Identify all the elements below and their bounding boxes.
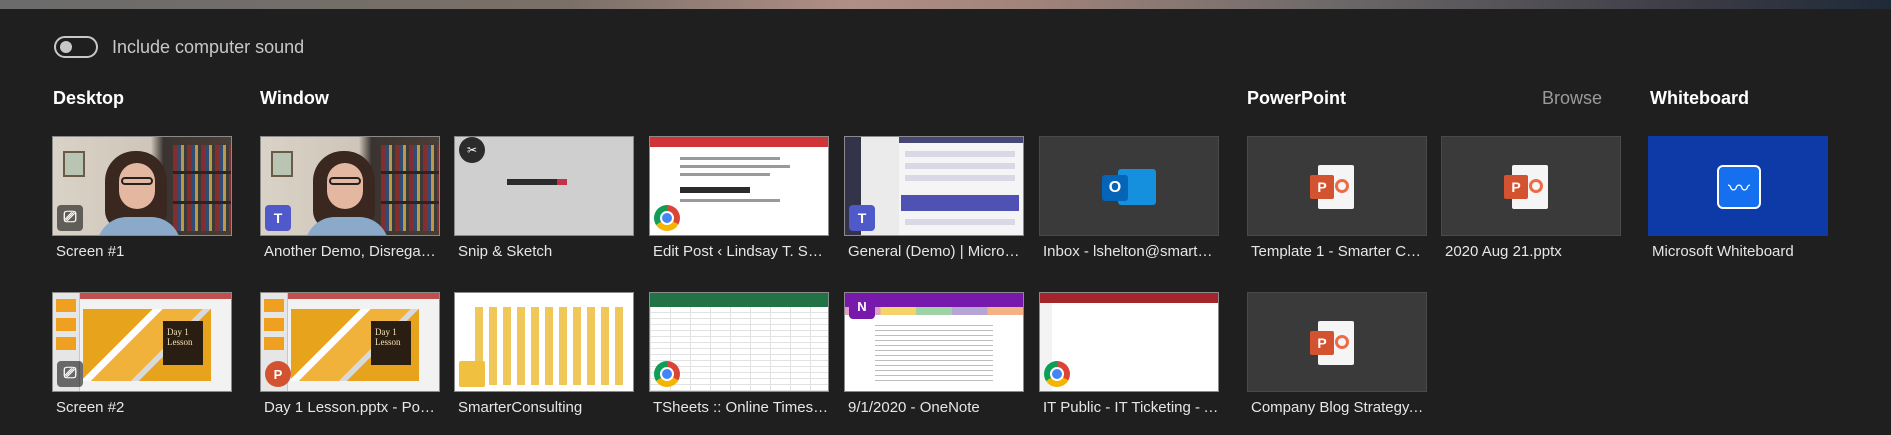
share-tile-window-teams-demo[interactable]: T Another Demo, Disregard Entirely | Mic… (260, 136, 440, 260)
outlook-icon: O (1102, 163, 1156, 211)
tile-caption: TSheets :: Online Timesheets (653, 399, 829, 416)
teams-icon: T (849, 205, 875, 231)
snip-sketch-icon: ✂ (459, 137, 485, 163)
share-tile-window-onenote[interactable]: N 9/1/2020 - OneNote (844, 292, 1024, 416)
section-powerpoint-title: PowerPoint (1247, 88, 1347, 108)
share-tile-whiteboard[interactable]: 〰 Microsoft Whiteboard (1648, 136, 1828, 260)
tile-caption: Inbox - lshelton@smarterconsulting.com -… (1043, 243, 1219, 260)
share-tile-ppt-2020-aug-21[interactable]: P 2020 Aug 21.pptx (1441, 136, 1621, 260)
share-tile-screen-2[interactable]: Day 1 Lesson ⎚ Screen #2 (52, 292, 232, 416)
share-tile-window-day1-lesson[interactable]: Day 1 Lesson P Day 1 Lesson.pptx - Power… (260, 292, 440, 416)
include-sound-label: Include computer sound (112, 36, 305, 57)
screen-1-thumbnail: ⎚ (52, 136, 232, 236)
whiteboard-icon: 〰 (1717, 165, 1761, 209)
window-thumbnail: Day 1 Lesson P (260, 292, 440, 392)
share-tile-window-outlook-inbox[interactable]: O Inbox - lshelton@smarterconsulting.com… (1039, 136, 1219, 260)
powerpoint-file-icon: P (1504, 165, 1548, 209)
share-tile-window-snip-sketch[interactable]: ✂ Snip & Sketch (454, 136, 634, 260)
section-window-title: Window (260, 88, 329, 108)
screen-share-icon: ⎚ (57, 205, 83, 231)
powerpoint-thumbnail: P (1247, 136, 1427, 236)
share-tile-window-it-ticketing[interactable]: IT Public - IT Ticketing - All Items (1039, 292, 1219, 416)
tile-caption: Template 1 - Smarter Consulting.pptx (1251, 243, 1427, 260)
include-sound-toggle[interactable] (54, 36, 98, 58)
chrome-icon (654, 205, 680, 231)
powerpoint-thumbnail: P (1441, 136, 1621, 236)
tile-caption: 9/1/2020 - OneNote (848, 399, 980, 416)
tile-caption: Snip & Sketch (458, 243, 553, 260)
window-thumbnail: N (844, 292, 1024, 392)
tile-caption: Screen #1 (56, 243, 125, 260)
tile-caption: Company Blog Strategy.pptx (1251, 399, 1427, 416)
tile-caption: Another Demo, Disregard Entirely | Micro… (264, 243, 440, 260)
section-whiteboard-title: Whiteboard (1650, 88, 1749, 108)
tile-caption: Edit Post ‹ Lindsay T. Shelton — WordPre… (653, 243, 829, 260)
tile-caption: SmarterConsulting (458, 399, 583, 416)
tile-caption: IT Public - IT Ticketing - All Items (1043, 399, 1219, 416)
tile-caption: General (Demo) | Microsoft Teams (848, 243, 1024, 260)
window-thumbnail: ✂ (454, 136, 634, 236)
window-thumbnail (649, 292, 829, 392)
toggle-knob (60, 41, 72, 53)
folder-icon (459, 361, 485, 387)
window-thumbnail: T (844, 136, 1024, 236)
share-tile-window-teams-general[interactable]: T General (Demo) | Microsoft Teams (844, 136, 1024, 260)
include-sound-row: Include computer sound (54, 36, 304, 58)
window-thumbnail (454, 292, 634, 392)
share-tile-window-tsheets[interactable]: TSheets :: Online Timesheets (649, 292, 829, 416)
share-tile-screen-1[interactable]: ⎚ Screen #1 (52, 136, 232, 260)
window-thumbnail: O (1039, 136, 1219, 236)
teams-icon: T (265, 205, 291, 231)
browse-button[interactable]: Browse (1542, 88, 1602, 109)
slide-title-text: Day 1 Lesson (163, 321, 203, 365)
tile-caption: Screen #2 (56, 399, 125, 416)
camera-preview-strip (0, 0, 1891, 9)
tile-caption: Day 1 Lesson.pptx - PowerPoint (264, 399, 440, 416)
chrome-icon (1044, 361, 1070, 387)
powerpoint-thumbnail: P (1247, 292, 1427, 392)
onenote-icon: N (849, 293, 875, 319)
share-tile-ppt-company-blog[interactable]: P Company Blog Strategy.pptx (1247, 292, 1427, 416)
window-thumbnail (649, 136, 829, 236)
powerpoint-file-icon: P (1310, 165, 1354, 209)
tile-caption: Microsoft Whiteboard (1652, 243, 1794, 260)
powerpoint-icon: P (265, 361, 291, 387)
share-tile-window-smarterconsulting[interactable]: SmarterConsulting (454, 292, 634, 416)
window-thumbnail (1039, 292, 1219, 392)
slide-title-text: Day 1 Lesson (371, 321, 411, 365)
whiteboard-thumbnail: 〰 (1648, 136, 1828, 236)
chrome-icon (654, 361, 680, 387)
screen-share-icon: ⎚ (57, 361, 83, 387)
window-thumbnail: T (260, 136, 440, 236)
section-desktop-title: Desktop (53, 88, 125, 108)
tile-caption: 2020 Aug 21.pptx (1445, 243, 1562, 260)
share-tile-ppt-template-1[interactable]: P Template 1 - Smarter Consulting.pptx (1247, 136, 1427, 260)
share-tile-window-edit-post[interactable]: Edit Post ‹ Lindsay T. Shelton — WordPre… (649, 136, 829, 260)
powerpoint-file-icon: P (1310, 321, 1354, 365)
screen-2-thumbnail: Day 1 Lesson ⎚ (52, 292, 232, 392)
